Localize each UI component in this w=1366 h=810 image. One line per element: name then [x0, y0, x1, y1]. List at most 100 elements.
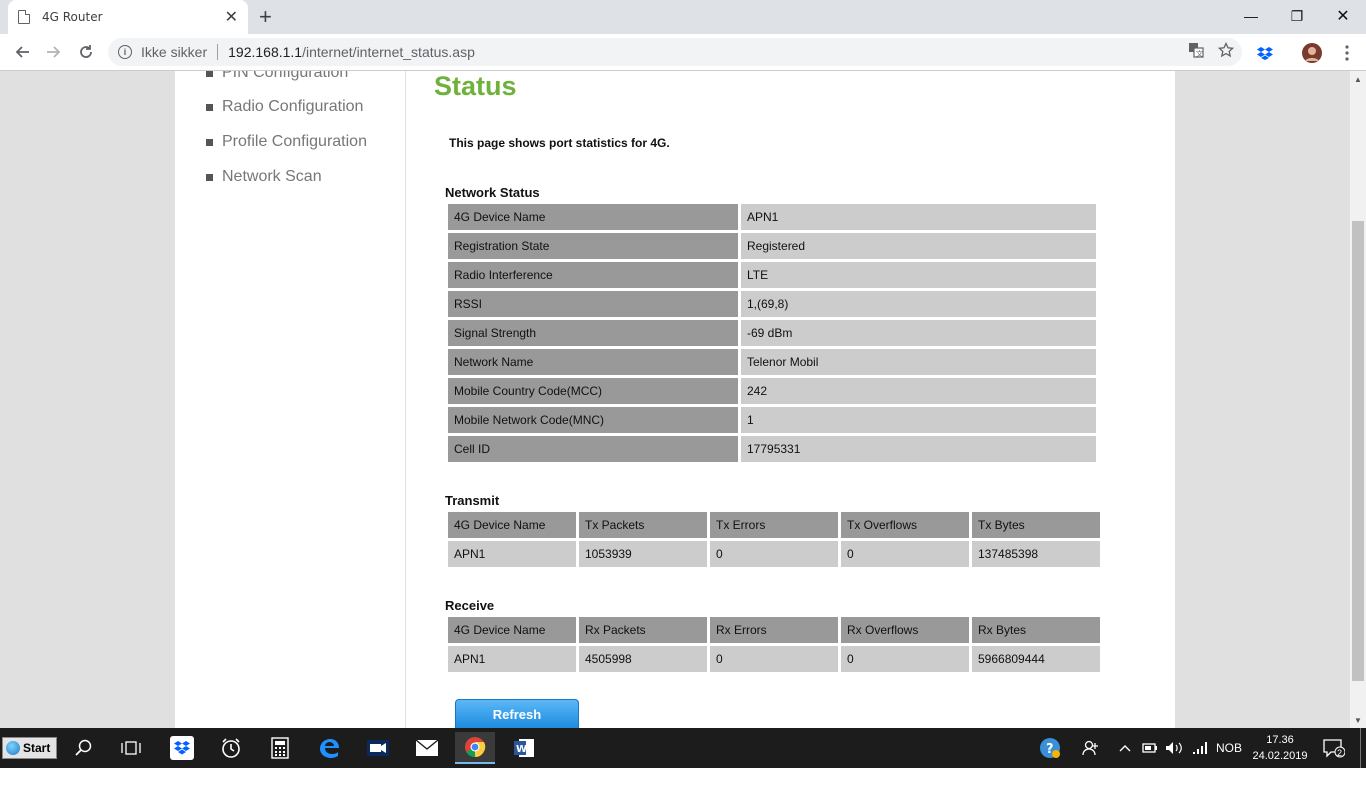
status-key: Cell ID — [448, 436, 738, 462]
start-button[interactable]: Start — [2, 737, 57, 759]
edge-browser-icon[interactable] — [309, 732, 349, 764]
help-icon[interactable]: ? — [1036, 728, 1064, 768]
url-host: 192.168.1.1 — [228, 44, 303, 60]
sidebar-item-radio-configuration[interactable]: Radio Configuration — [206, 98, 363, 116]
sidebar-item-profile-configuration[interactable]: Profile Configuration — [206, 133, 367, 151]
table-cell: 5966809444 — [972, 646, 1100, 672]
not-secure-label: Ikke sikker — [141, 44, 208, 60]
table-row: Registration State Registered — [448, 233, 1096, 259]
table-cell: 0 — [710, 541, 838, 567]
new-tab-button[interactable]: + — [259, 4, 272, 30]
network-icon[interactable] — [1190, 728, 1210, 768]
profile-avatar[interactable] — [1301, 42, 1323, 64]
system-clock[interactable]: 17.36 24.02.2019 — [1248, 732, 1312, 764]
taskbar: Start W ? NOB 17.36 24.02.2019 2 — [0, 728, 1366, 768]
divider — [217, 44, 219, 60]
table-row: APN1 1053939 0 0 137485398 — [448, 541, 1100, 567]
scroll-thumb[interactable] — [1352, 221, 1364, 681]
battery-icon[interactable] — [1140, 728, 1160, 768]
page-title: Status — [434, 71, 517, 101]
column-header: Tx Packets — [579, 512, 707, 538]
status-key: Mobile Network Code(MNC) — [448, 407, 738, 433]
forward-arrow-icon — [47, 46, 61, 58]
status-value: APN1 — [741, 204, 1096, 230]
clock-date: 24.02.2019 — [1252, 750, 1308, 762]
page-description: This page shows port statistics for 4G. — [449, 136, 670, 150]
chevron-up-icon[interactable] — [1116, 728, 1134, 768]
status-key: 4G Device Name — [448, 204, 738, 230]
status-value: LTE — [741, 262, 1096, 288]
status-value: Registered — [741, 233, 1096, 259]
clock-time: 17.36 — [1266, 734, 1294, 746]
sidebar-item-pin-configuration[interactable]: PIN Configuration — [206, 71, 348, 82]
column-header: Rx Packets — [579, 617, 707, 643]
address-bar[interactable]: i Ikke sikker 192.168.1.1/internet/inter… — [108, 38, 1242, 66]
table-cell: 137485398 — [972, 541, 1100, 567]
bullet — [206, 173, 213, 181]
bookmark-star-icon[interactable] — [1218, 42, 1234, 58]
table-cell: 1053939 — [579, 541, 707, 567]
reload-icon — [80, 45, 92, 58]
chrome-taskbar-icon[interactable] — [455, 732, 495, 764]
network-status-table: 4G Device Name APN1 Registration State Reg… — [445, 201, 1099, 465]
url-path: /internet/internet_status.asp — [302, 44, 475, 60]
bullet — [206, 103, 213, 111]
chrome-menu-icon[interactable] — [1336, 42, 1358, 64]
back-button[interactable] — [10, 40, 34, 64]
refresh-button[interactable]: Refresh — [455, 699, 579, 728]
page-scrollbar[interactable]: ▲ ▼ — [1350, 71, 1366, 728]
omnibox-actions: 文 — [1188, 42, 1234, 58]
dropbox-extension-icon[interactable] — [1254, 42, 1276, 64]
sidebar-item-label: Radio Configuration — [222, 98, 364, 115]
scroll-down-icon[interactable]: ▼ — [1350, 712, 1366, 728]
search-icon[interactable] — [64, 732, 104, 764]
dropbox-taskbar-icon[interactable] — [162, 732, 202, 764]
video-camera-icon[interactable] — [358, 732, 398, 764]
notification-center-icon[interactable]: 2 — [1320, 728, 1348, 768]
status-key: Signal Strength — [448, 320, 738, 346]
column-header: Tx Errors — [710, 512, 838, 538]
forward-button[interactable] — [42, 40, 66, 64]
alarm-clock-icon[interactable] — [211, 732, 251, 764]
mail-icon[interactable] — [407, 732, 447, 764]
table-row: Mobile Country Code(MCC) 242 — [448, 378, 1096, 404]
svg-text:W: W — [516, 744, 527, 755]
transmit-title: Transmit — [445, 493, 500, 508]
reload-button[interactable] — [74, 40, 98, 64]
sidebar-item-network-scan[interactable]: Network Scan — [206, 168, 322, 186]
column-header: 4G Device Name — [448, 512, 576, 538]
sidebar: PIN Configuration Radio Configuration Pr… — [175, 71, 405, 728]
info-icon[interactable]: i — [118, 45, 132, 59]
calculator-icon[interactable] — [260, 732, 300, 764]
column-header: Tx Bytes — [972, 512, 1100, 538]
table-header-row: 4G Device Name Tx Packets Tx Errors Tx O… — [448, 512, 1100, 538]
scroll-up-icon[interactable]: ▲ — [1350, 71, 1366, 87]
table-row: Network Name Telenor Mobil — [448, 349, 1096, 375]
table-cell: 4505998 — [579, 646, 707, 672]
browser-tab[interactable]: 4G Router ✕ — [8, 0, 248, 34]
tab-strip: 4G Router ✕ + — ❐ ✕ — [0, 0, 1366, 34]
network-status-title: Network Status — [445, 185, 540, 200]
status-key: Mobile Country Code(MCC) — [448, 378, 738, 404]
show-desktop-button[interactable] — [1360, 728, 1364, 768]
volume-icon[interactable] — [1164, 728, 1184, 768]
word-icon[interactable]: W — [504, 732, 544, 764]
people-icon[interactable] — [1080, 728, 1102, 768]
column-header: 4G Device Name — [448, 617, 576, 643]
table-row: Cell ID 17795331 — [448, 436, 1096, 462]
bullet — [206, 138, 213, 146]
page-icon — [18, 10, 30, 24]
table-row: Radio Interference LTE — [448, 262, 1096, 288]
table-row: Signal Strength -69 dBm — [448, 320, 1096, 346]
translate-icon[interactable]: 文 — [1188, 42, 1204, 58]
language-indicator[interactable]: NOB — [1212, 728, 1246, 768]
table-cell: 0 — [841, 646, 969, 672]
task-view-icon[interactable] — [111, 732, 151, 764]
restore-button[interactable]: ❐ — [1274, 0, 1320, 32]
tab-close-icon[interactable]: ✕ — [225, 7, 238, 27]
close-window-button[interactable]: ✕ — [1320, 0, 1366, 32]
page-viewport: PIN Configuration Radio Configuration Pr… — [0, 71, 1350, 728]
minimize-button[interactable]: — — [1228, 0, 1274, 32]
transmit-table: 4G Device Name Tx Packets Tx Errors Tx O… — [445, 509, 1103, 570]
start-orb-icon — [6, 741, 20, 755]
